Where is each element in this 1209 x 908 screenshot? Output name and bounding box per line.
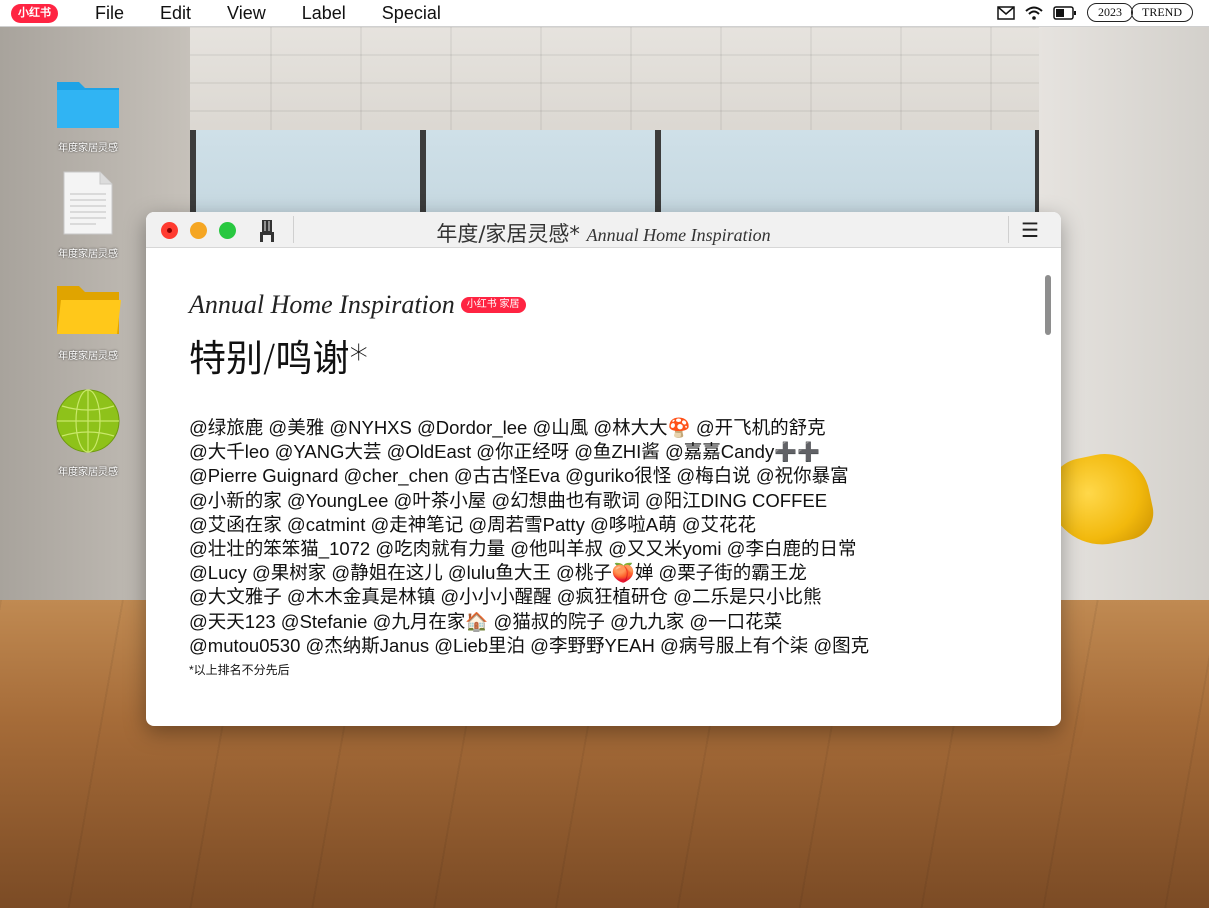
credit-line: @mutou0530 @杰纳斯Janus @Lieb里泊 @李野野YEAH @病… [189, 634, 870, 656]
status-area: 2023 TREND [997, 3, 1193, 22]
footnote: *以上排名不分先后 [189, 663, 290, 678]
app-window: 年度/家居灵感* Annual Home Inspiration ☰ Annua… [146, 212, 1061, 726]
scrollbar-thumb[interactable] [1045, 275, 1051, 335]
titlebar-divider [1008, 216, 1009, 243]
credit-line: @小新的家 @YoungLee @叶茶小屋 @幻想曲也有歌词 @阳江DING C… [189, 489, 828, 511]
credit-line: @Lucy @果树家 @静姐在这儿 @lulu鱼大王 @桃子🍑婵 @栗子街的霸王… [189, 562, 807, 584]
subtitle-text: Annual Home Inspiration [189, 290, 455, 319]
window-title: 年度/家居灵感* Annual Home Inspiration [146, 218, 1061, 248]
credits-list: @绿旅鹿 @美雅 @NYHXS @Dordor_lee @山風 @林大大🍄 @开… [189, 416, 969, 658]
page-title: 特别/鸣谢* [189, 337, 368, 380]
credit-line: @大千leo @YANG大芸 @OldEast @你正经呀 @鱼ZHI酱 @嘉嘉… [189, 441, 821, 463]
desktop-icon-blue-folder[interactable]: 年度家居灵感 [48, 76, 128, 154]
credit-line: @壮壮的笨笨猫_1072 @吃肉就有力量 @他叫羊叔 @又又米yomi @李白鹿… [189, 538, 857, 560]
right-wall [1039, 26, 1209, 666]
credit-line: @Pierre Guignard @cher_chen @古古怪Eva @gur… [189, 465, 849, 487]
yellow-folder-icon [57, 286, 121, 334]
credit-line: @艾函在家 @catmint @走神笔记 @周若雪Patty @哆啦A萌 @艾花… [189, 513, 757, 535]
menu-file[interactable]: File [95, 3, 124, 24]
desktop-icon-label: 年度家居灵感 [58, 351, 118, 362]
blue-folder-icon [57, 82, 119, 128]
menu-view[interactable]: View [227, 3, 266, 24]
menu-special[interactable]: Special [382, 3, 441, 24]
menu-bar: 小红书 File Edit View Label Special 2023 TR… [0, 0, 1209, 27]
battery-icon[interactable] [1053, 5, 1077, 20]
desktop-icon-yellow-folder[interactable]: 年度家居灵感 [48, 282, 128, 362]
hamburger-menu-icon[interactable]: ☰ [1021, 218, 1039, 243]
desktop-icon-label: 年度家居灵感 [58, 143, 118, 154]
app-logo[interactable]: 小红书 [11, 3, 58, 23]
brand-tag: 小红书 家居 [460, 297, 526, 313]
document-icon [63, 171, 113, 235]
menu-label[interactable]: Label [302, 3, 346, 24]
window-content: Annual Home Inspiration 小红书 家居 特别/鸣谢* @绿… [189, 290, 969, 678]
credit-line: @绿旅鹿 @美雅 @NYHXS @Dordor_lee @山風 @林大大🍄 @开… [189, 417, 826, 438]
year-badge: 2023 [1087, 3, 1133, 22]
mail-icon[interactable] [997, 5, 1015, 20]
credit-line: @大文雅子 @木木金真是林镇 @小小小醒醒 @疯狂植研仓 @二乐是只小比熊 [189, 586, 822, 608]
desktop-icon-label: 年度家居灵感 [58, 467, 118, 478]
desktop-icon-label: 年度家居灵感 [58, 249, 118, 260]
wifi-icon[interactable] [1025, 6, 1043, 20]
window-title-en: Annual Home Inspiration [586, 225, 771, 245]
trend-badge: TREND [1131, 3, 1193, 22]
globe-icon [56, 389, 120, 453]
menu-edit[interactable]: Edit [160, 3, 191, 24]
content-subtitle: Annual Home Inspiration 小红书 家居 [189, 290, 969, 320]
window-titlebar[interactable]: 年度/家居灵感* Annual Home Inspiration ☰ [146, 212, 1061, 248]
credit-line: @天天123 @Stefanie @九月在家🏠 @猫叔的院子 @九九家 @一口花… [189, 610, 783, 632]
desktop-icon-document[interactable]: 年度家居灵感 [48, 170, 128, 260]
window-title-cn: 年度/家居灵感* [436, 222, 580, 246]
desktop-icon-globe[interactable]: 年度家居灵感 [48, 388, 128, 478]
